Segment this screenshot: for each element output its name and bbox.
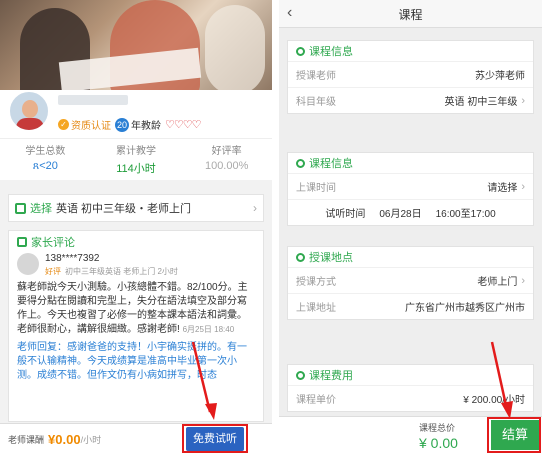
course-info-card: 课程信息 授课老师 苏少萍老师 科目年级 英语 初中三年级 ›: [287, 40, 534, 114]
rating-hearts: ♡♡♡♡: [165, 119, 201, 131]
review-meta: 好评 初中三年级英语 老师上门 2小时: [45, 267, 178, 276]
highlight-box-trial: [182, 424, 248, 453]
teaching-years: 20 年教龄: [115, 117, 162, 132]
total-label: 课程总价: [419, 423, 456, 433]
reviewer-phone: 138****7392: [45, 253, 100, 264]
page-title: 课程: [398, 8, 423, 22]
unit-price-row: 课程单价 ¥ 200.00/小时: [288, 385, 533, 411]
parent-review-card: 家长评论 138****7392 好评 初中三年级英语 老师上门 2小时 蘇老師…: [8, 230, 264, 422]
chevron-right-icon: ›: [521, 274, 525, 287]
section-dot-icon: [296, 46, 305, 56]
chevron-right-icon: ›: [253, 201, 257, 215]
teacher-badges: ✓ 资质认证 20 年教龄 ♡♡♡♡: [58, 117, 201, 132]
trial-time-row: 试听时间 06月28日 16:00至17:00: [288, 199, 533, 225]
subject-grade-row[interactable]: 科目年级 英语 初中三年级 ›: [288, 87, 533, 113]
chevron-right-icon: ›: [521, 94, 525, 107]
teaching-mode-row[interactable]: 授课方式 老师上门 ›: [288, 267, 533, 293]
location-icon: [296, 252, 305, 262]
review-header: 家长评论: [17, 235, 255, 249]
screenshot-stage: ✓ 资质认证 20 年教龄 ♡♡♡♡ 学生总数 ጸ<20 累计教学 114小时 …: [0, 0, 542, 454]
review-date: 6月25日 18:40: [182, 325, 235, 334]
teacher-name: [58, 95, 128, 108]
review-text: 蘇老師說今天小測驗。小孩總體不錯。82/100分。主要得分點在閱讀和完型上，失分…: [17, 282, 248, 335]
stats-bar: 学生总数 ጸ<20 累计教学 114小时 好评率 100.00%: [0, 138, 272, 180]
review-user: 138****7392 好评 初中三年级英语 老师上门 2小时: [17, 253, 255, 277]
hero-photo: [0, 0, 272, 90]
teacher-reply: 老师回复：感谢爸爸的支持！小宇确实挺拼的。有一般不认输精神。今天成绩算是准高中毕…: [17, 342, 247, 381]
total-price: ¥ 0.00: [419, 435, 458, 451]
fee-price: ¥0.00: [48, 431, 81, 447]
select-icon: [15, 202, 26, 214]
stat-students: 学生总数 ጸ<20: [25, 146, 66, 172]
course-header: ‹ 课程: [279, 0, 542, 28]
location-header: 授课地点: [288, 247, 533, 267]
highlight-box-checkout: [487, 417, 541, 453]
time-info-card: 课程信息 上课时间 请选择 › 试听时间 06月28日 16:00至17:00: [287, 152, 534, 226]
course-info-header: 课程信息: [288, 41, 533, 61]
course-select-row[interactable]: 选择 英语 初中三年级・老师上门 ›: [8, 194, 264, 222]
fee-card: 课程费用 课程单价 ¥ 200.00/小时: [287, 364, 534, 412]
fee-header: 课程费用: [288, 365, 533, 385]
class-time-row[interactable]: 上课时间 请选择 ›: [288, 173, 533, 199]
teacher-row: 授课老师 苏少萍老师: [288, 61, 533, 87]
certified-icon: ✓: [58, 119, 69, 130]
stat-hours: 累计教学 114小时: [116, 146, 156, 175]
time-info-header: 课程信息: [288, 153, 533, 173]
course-order-screen: ‹ 课程 课程信息 授课老师 苏少萍老师 科目年级 英语 初中三年级 › 课程信…: [279, 0, 542, 454]
teacher-profile-screen: ✓ 资质认证 20 年教龄 ♡♡♡♡ 学生总数 ጸ<20 累计教学 114小时 …: [0, 0, 272, 454]
section-dot-icon: [296, 158, 305, 168]
qualification-badge: ✓ 资质认证: [58, 117, 111, 132]
location-card: 授课地点 授课方式 老师上门 › 上课地址 广东省广州市越秀区广州市: [287, 246, 534, 320]
chevron-right-icon: ›: [521, 180, 525, 193]
address-row[interactable]: 上课地址 广东省广州市越秀区广州市: [288, 293, 533, 319]
teacher-avatar[interactable]: [8, 90, 50, 132]
reviewer-avatar: [17, 253, 39, 275]
section-dot-icon: [296, 370, 305, 380]
stat-rating: 好评率 100.00%: [204, 146, 249, 172]
comment-icon: [17, 237, 27, 247]
